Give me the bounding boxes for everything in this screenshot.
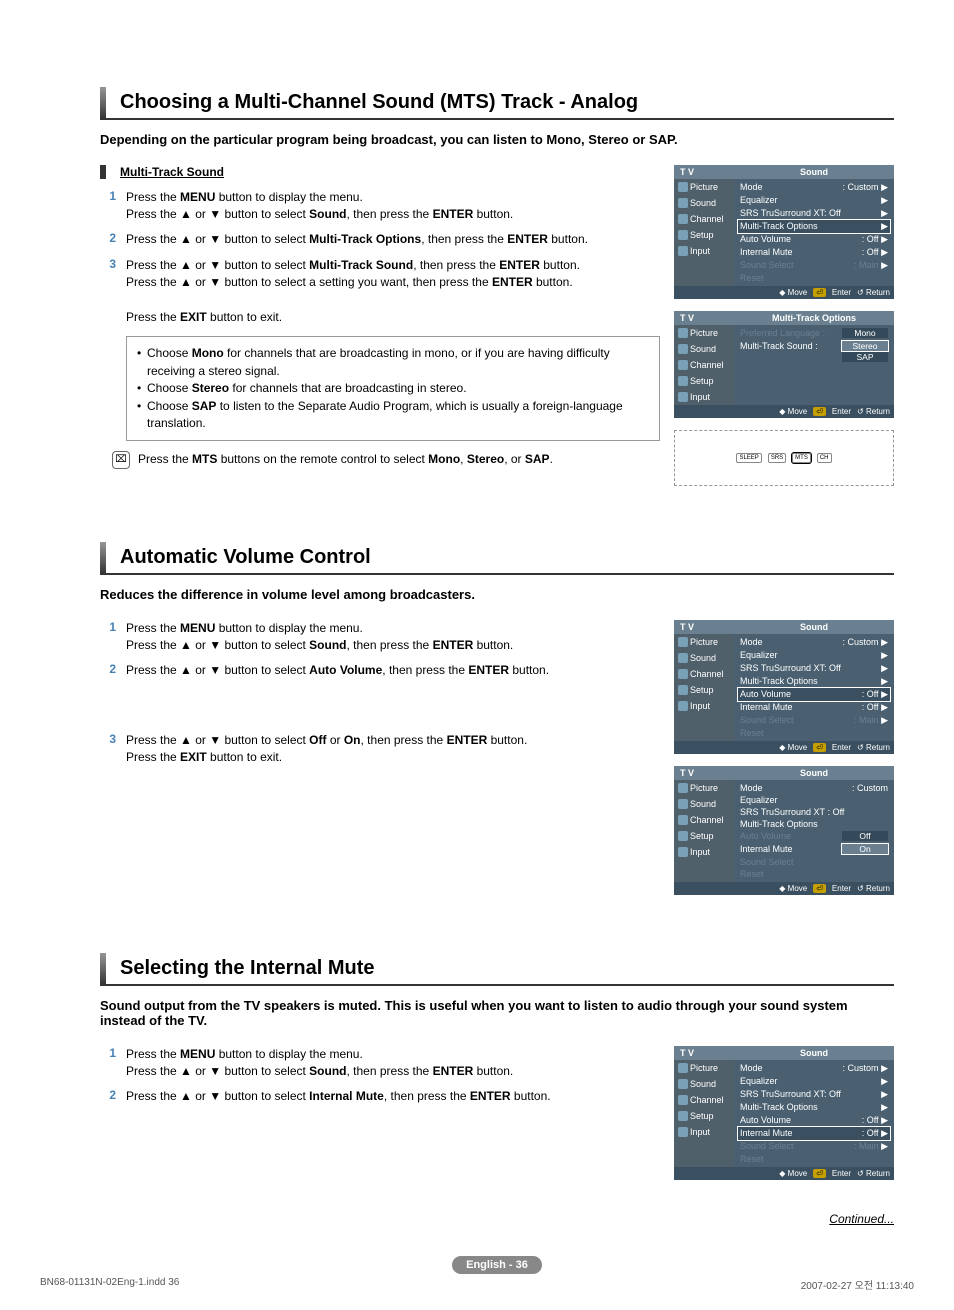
section-intro: Depending on the particular program bein… bbox=[100, 132, 894, 147]
section-intro: Reduces the difference in volume level a… bbox=[100, 587, 894, 602]
footer-right: 2007-02-27 오전 11:13:40 bbox=[801, 1277, 914, 1292]
step-number: 2 bbox=[100, 231, 126, 248]
setup-icon bbox=[678, 376, 688, 386]
channel-icon bbox=[678, 360, 688, 370]
section-title: Selecting the Internal Mute bbox=[100, 953, 894, 986]
remote-diagram: SLEEPSRSMTSCH bbox=[674, 430, 894, 486]
section-mts: Choosing a Multi-Channel Sound (MTS) Tra… bbox=[100, 87, 894, 486]
left-column: Multi-Track Sound 1 Press the MENU butto… bbox=[100, 165, 660, 486]
remote-icon: ⌧ bbox=[112, 451, 130, 469]
page-number-badge: English - 36 bbox=[100, 1256, 894, 1274]
option-sap: SAP bbox=[842, 352, 888, 362]
section-title: Automatic Volume Control bbox=[100, 542, 894, 575]
right-column: T VSound Picture Sound Channel Setup Inp… bbox=[674, 165, 894, 486]
print-footer: BN68-01131N-02Eng-1.indd 36 2007-02-27 오… bbox=[40, 1277, 914, 1292]
step-number: 1 bbox=[100, 189, 126, 224]
input-icon bbox=[678, 246, 688, 256]
remote-tip: ⌧ Press the MTS buttons on the remote co… bbox=[112, 451, 660, 469]
section-intro: Sound output from the TV speakers is mut… bbox=[100, 998, 894, 1028]
picture-icon bbox=[678, 182, 688, 192]
osd-autovol-menu: T VSound Picture Sound Channel Setup Inp… bbox=[674, 620, 894, 754]
section-internal-mute: Selecting the Internal Mute Sound output… bbox=[100, 953, 894, 1226]
sound-icon bbox=[678, 344, 688, 354]
picture-icon bbox=[678, 328, 688, 338]
osd-autovol-options: T VSound Picture Sound Channel Setup Inp… bbox=[674, 766, 894, 895]
input-icon bbox=[678, 392, 688, 402]
sound-icon bbox=[678, 198, 688, 208]
step-3: 3 Press the ▲ or ▼ button to select Mult… bbox=[100, 257, 660, 327]
step-1: 1 Press the MENU button to display the m… bbox=[100, 189, 660, 224]
step-number: 3 bbox=[100, 257, 126, 327]
osd-internalmute-menu: T VSound Picture Sound Channel Setup Inp… bbox=[674, 1046, 894, 1180]
setup-icon bbox=[678, 230, 688, 240]
footer-left: BN68-01131N-02Eng-1.indd 36 bbox=[40, 1277, 179, 1292]
option-stereo: Stereo bbox=[842, 341, 888, 351]
osd-sound-menu: T VSound Picture Sound Channel Setup Inp… bbox=[674, 165, 894, 299]
continued-text: Continued... bbox=[100, 1212, 894, 1226]
sub-title: Multi-Track Sound bbox=[100, 165, 660, 179]
step-2: 2 Press the ▲ or ▼ button to select Mult… bbox=[100, 231, 660, 248]
section-title: Choosing a Multi-Channel Sound (MTS) Tra… bbox=[100, 87, 894, 120]
note-box: Choose Mono for channels that are broadc… bbox=[126, 336, 660, 441]
osd-mts-menu: T VMulti-Track Options Picture Sound Cha… bbox=[674, 311, 894, 418]
section-auto-volume: Automatic Volume Control Reduces the dif… bbox=[100, 542, 894, 907]
channel-icon bbox=[678, 214, 688, 224]
